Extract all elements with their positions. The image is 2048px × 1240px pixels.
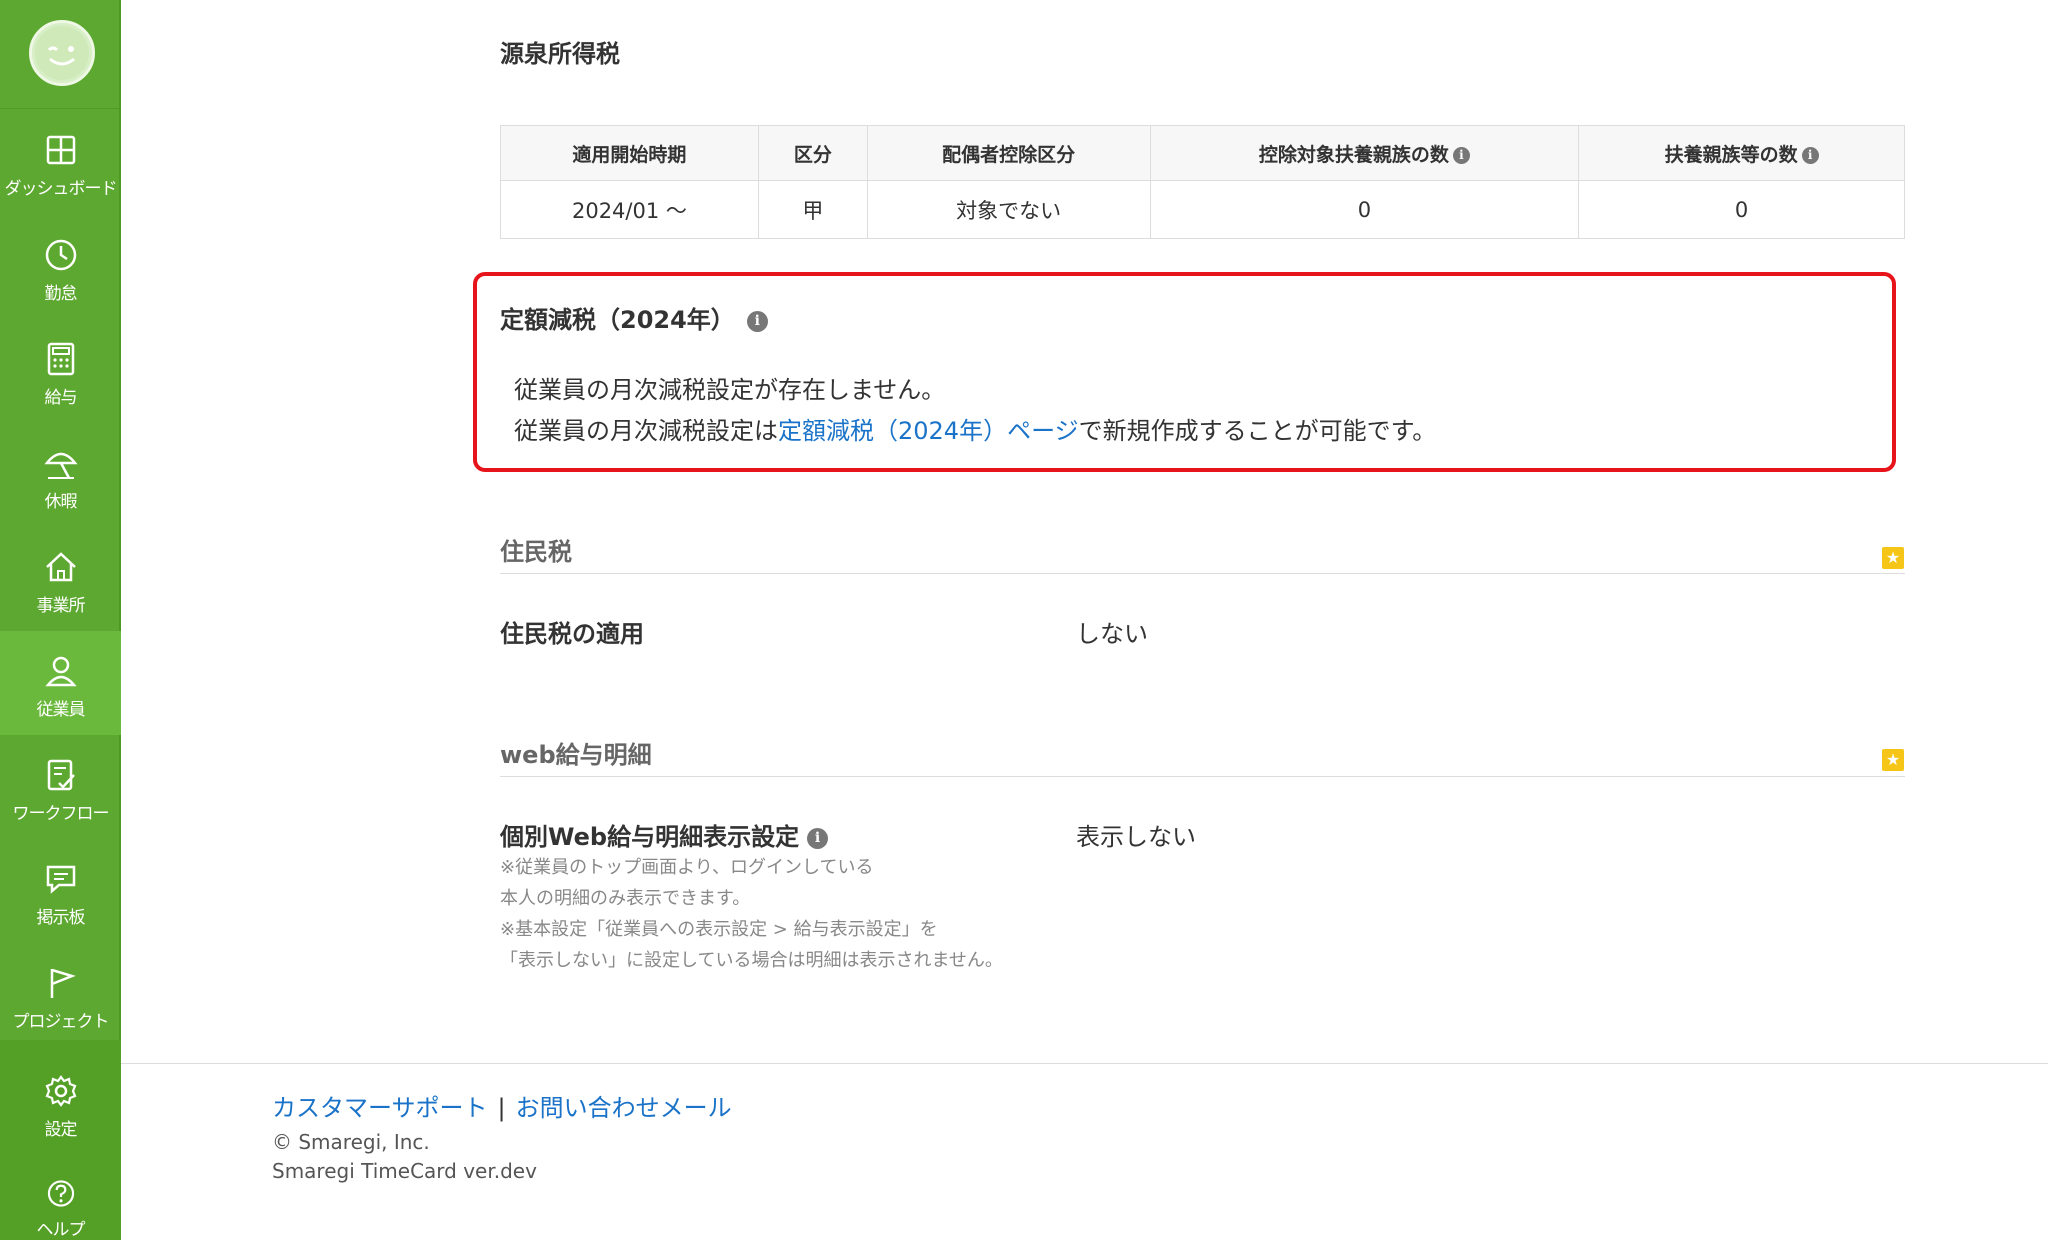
sidebar-item-label: 設定 [44,1120,78,1140]
sidebar: ダッシュボード 勤怠 給与 休暇 事業所 従業員 ワークフロー 掲示板 プロジェ… [0,0,121,1240]
sidebar-item-label: ワークフロー [12,804,110,824]
message-icon [46,865,75,894]
sidebar-item-label: ダッシュボード [4,179,118,199]
section-divider [500,776,1905,777]
version-text: Smaregi TimeCard ver.dev [272,1159,537,1183]
table-cell: 対象でない [866,180,1151,239]
copyright-text: © Smaregi, Inc. [272,1130,430,1154]
fixed-tax-message: 従業員の月次減税設定が存在しません。 [514,376,946,404]
sidebar-item-help[interactable]: ヘルプ [0,1160,121,1240]
sidebar-item-office[interactable]: 事業所 [0,527,121,631]
fixed-tax-instruction: 従業員の月次減税設定は定額減税（2024年）ページで新規作成することが可能です。 [514,417,1437,445]
smile-logo-icon [35,26,89,80]
section-divider [500,573,1905,574]
gear-icon [45,1075,76,1107]
nav-divider [0,108,121,109]
table-cell: 2024/01 〜 [500,180,759,239]
column-header: 控除対象扶養親族の数 i [1149,125,1580,181]
column-header: 適用開始時期 [500,125,759,181]
web-payslip-value: 表示しない [1076,823,1196,851]
sidebar-item-vacation[interactable]: 休暇 [0,423,121,527]
star-icon: ★ [1882,547,1904,569]
column-header: 扶養親族等の数 i [1578,125,1905,181]
sidebar-item-label: 休暇 [44,492,78,512]
sidebar-item-label: 事業所 [36,596,86,616]
sidebar-item-settings[interactable]: 設定 [0,1055,121,1159]
resident-tax-heading: 住民税 [500,538,572,566]
resident-tax-value: しない [1076,620,1148,648]
web-payslip-notes: ※従業員のトップ画面より、ログインしている 本人の明細のみ表示できます。 ※基本… [500,857,1003,971]
table-cell: 甲 [757,180,868,239]
info-icon[interactable]: i [746,310,768,332]
footer-links: カスタマーサポート | お問い合わせメール [272,1088,732,1123]
dashboard-icon [46,135,75,165]
user-icon [44,656,77,687]
column-header: 配偶者控除区分 [866,125,1151,181]
sidebar-item-label: 給与 [44,388,78,408]
clock-icon [45,239,76,271]
info-icon[interactable]: i [1452,146,1470,164]
sidebar-item-label: 勤怠 [44,284,78,304]
main-content: 源泉所得税 適用開始時期 区分 配偶者控除区分 控除対象扶養親族の数 i 扶養親族… [121,0,2048,1240]
link-separator: | [497,1094,506,1122]
umbrella-icon [43,452,78,479]
web-payslip-label: 個別Web給与明細表示設定 i [500,817,829,852]
web-payslip-heading: web給与明細 [500,741,652,769]
sidebar-item-label: プロジェクト [12,1012,110,1032]
flag-icon [50,968,76,998]
contact-mail-link[interactable]: お問い合わせメール [516,1094,732,1122]
sidebar-item-label: 従業員 [36,700,86,720]
customer-support-link[interactable]: カスタマーサポート [272,1094,488,1122]
fixed-tax-page-link[interactable]: 定額減税（2024年）ページ [778,417,1079,445]
column-header: 区分 [757,125,868,181]
sidebar-item-dashboard[interactable]: ダッシュボード [0,110,121,214]
info-icon[interactable]: i [807,827,829,849]
sidebar-item-payroll[interactable]: 給与 [0,319,121,423]
checklist-icon [47,759,75,791]
fixed-tax-title: 定額減税（2024年） i [500,300,768,335]
sidebar-item-attendance[interactable]: 勤怠 [0,215,121,319]
table-header-row: 適用開始時期 区分 配偶者控除区分 控除対象扶養親族の数 i 扶養親族等の数 i [500,125,1905,181]
sidebar-item-label: ヘルプ [36,1220,86,1240]
footer-divider [121,1063,2048,1064]
star-icon: ★ [1882,749,1904,771]
sidebar-item-label: 掲示板 [36,908,86,928]
sidebar-item-workflow[interactable]: ワークフロー [0,735,121,839]
sidebar-item-project[interactable]: プロジェクト [0,943,121,1047]
withholding-tax-title: 源泉所得税 [500,40,620,68]
home-icon [45,552,76,582]
app-logo[interactable] [29,20,95,86]
resident-tax-label: 住民税の適用 [500,620,644,648]
table-cell: 0 [1578,180,1905,239]
table-row: 2024/01 〜 甲 対象でない 0 0 [500,180,1905,239]
help-icon [47,1180,74,1207]
table-cell: 0 [1149,180,1580,239]
withholding-tax-table: 適用開始時期 区分 配偶者控除区分 控除対象扶養親族の数 i 扶養親族等の数 i 2… [500,125,1905,239]
sidebar-item-board[interactable]: 掲示板 [0,839,121,943]
calculator-icon [47,342,74,376]
sidebar-item-employees[interactable]: 従業員 [0,631,121,735]
info-icon[interactable]: i [1801,146,1819,164]
